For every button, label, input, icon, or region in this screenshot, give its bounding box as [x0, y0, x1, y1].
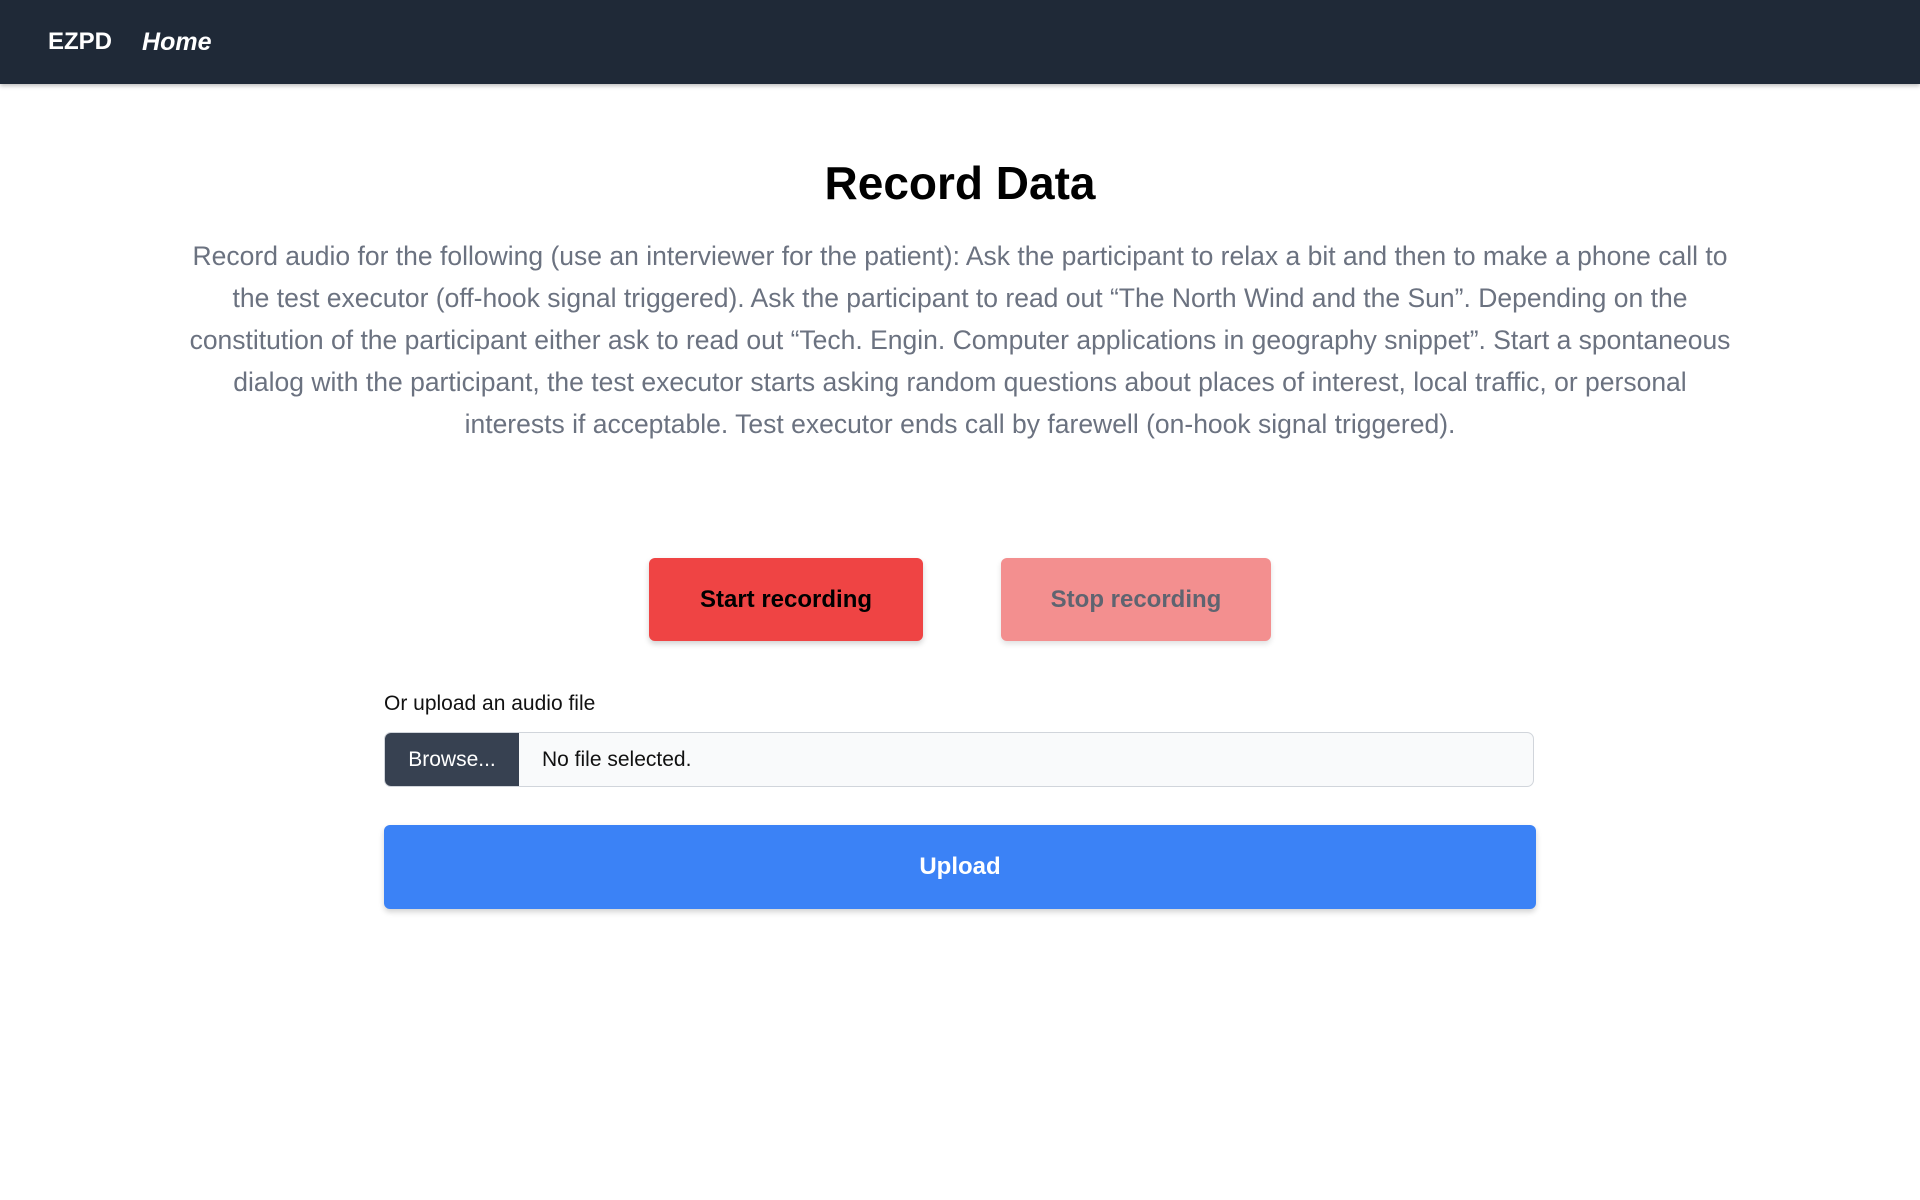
- top-navbar: EZPD Home: [0, 0, 1920, 84]
- nav-link-home[interactable]: Home: [142, 28, 211, 57]
- start-recording-button[interactable]: Start recording: [649, 558, 923, 641]
- stop-recording-button[interactable]: Stop recording: [1001, 558, 1271, 641]
- upload-button[interactable]: Upload: [384, 825, 1536, 909]
- file-status-text: No file selected.: [542, 747, 692, 771]
- browse-button[interactable]: Browse...: [385, 733, 519, 786]
- page-description: Record audio for the following (use an i…: [189, 241, 1731, 439]
- brand-logo[interactable]: EZPD: [48, 28, 112, 56]
- recording-controls: Start recording Stop recording: [0, 558, 1920, 642]
- page-title: Record Data: [824, 157, 1096, 209]
- upload-label: Or upload an audio file: [384, 692, 596, 715]
- audio-file-input[interactable]: Browse... No file selected.: [384, 732, 1534, 787]
